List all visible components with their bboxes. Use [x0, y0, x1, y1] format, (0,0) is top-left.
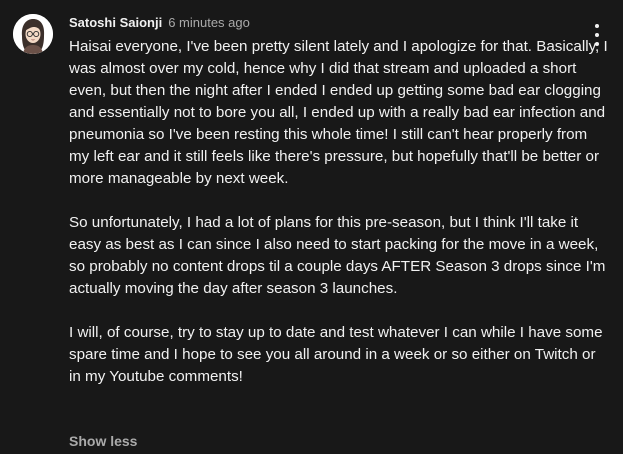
community-post: Satoshi Saionji 6 minutes ago Haisai eve… [0, 0, 623, 454]
comment-header: Satoshi Saionji 6 minutes ago [69, 15, 250, 31]
avatar-image [13, 14, 53, 54]
show-less-button[interactable]: Show less [69, 433, 137, 449]
comment-paragraph-2: So unfortunately, I had a lot of plans f… [69, 214, 606, 297]
avatar[interactable] [13, 14, 53, 54]
comment-paragraph-3: I will, of course, try to stay up to dat… [69, 324, 603, 385]
comment-paragraph-1: Haisai everyone, I've been pretty silent… [69, 38, 608, 187]
author-name[interactable]: Satoshi Saionji [69, 15, 162, 30]
timestamp[interactable]: 6 minutes ago [168, 15, 250, 30]
menu-dot [595, 24, 599, 28]
comment-body: Haisai everyone, I've been pretty silent… [69, 36, 609, 388]
